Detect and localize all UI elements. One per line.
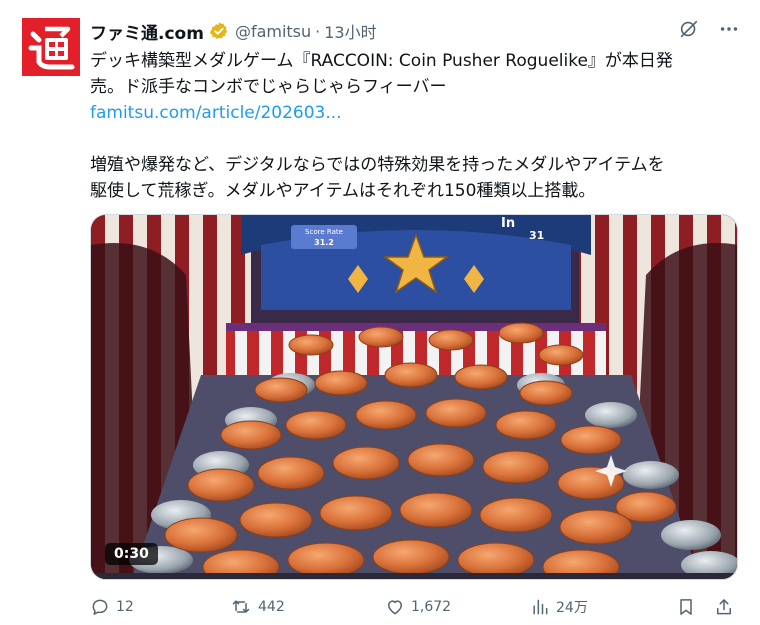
grok-icon[interactable]: [678, 18, 700, 44]
timestamp[interactable]: 13小时: [324, 19, 376, 43]
text-line: 売。ド派手なコンボでじゃらじゃらフィーバー: [90, 77, 447, 97]
tweet-text: デッキ構築型メダルゲーム『RACCOIN: Coin Pusher Roguel…: [90, 48, 740, 204]
in-value: 31: [529, 229, 544, 242]
tweet-header: ファミ通.com @famitsu · 13小时: [90, 18, 740, 44]
repost-count: 442: [258, 599, 285, 615]
video-player[interactable]: Score Rate 31.2 In 31 0:30: [90, 214, 738, 580]
text-line: 増殖や爆発など、デジタルならではの特殊効果を持ったメダルやアイテムを: [90, 155, 665, 175]
repost-icon: [230, 597, 252, 617]
action-bar: 12 442 1,672 24万: [90, 594, 740, 620]
share-button[interactable]: [714, 594, 734, 620]
score-rate-value: 31.2: [314, 238, 334, 247]
header-actions: [678, 18, 740, 44]
reply-count: 12: [116, 599, 134, 615]
handle[interactable]: @famitsu: [235, 22, 311, 41]
famitsu-logo-icon: [22, 18, 80, 76]
more-icon[interactable]: [718, 18, 740, 44]
text-line: 駆使して荒稼ぎ。メダルやアイテムはそれぞれ150種類以上搭載。: [90, 181, 596, 201]
tweet-card[interactable]: ファミ通.com @famitsu · 13小时 デッキ構築型メダルゲーム『RA…: [0, 0, 760, 625]
like-count: 1,672: [411, 599, 452, 615]
reply-button[interactable]: 12: [90, 594, 134, 620]
score-rate-label: Score Rate: [305, 228, 343, 236]
in-label: In: [501, 216, 515, 231]
bookmark-button[interactable]: [676, 594, 696, 620]
separator-dot: ·: [315, 21, 321, 41]
display-name[interactable]: ファミ通.com: [90, 19, 204, 44]
verified-badge-icon[interactable]: [209, 21, 229, 41]
article-link[interactable]: famitsu.com/article/202603...: [90, 100, 740, 126]
views-icon: [530, 597, 550, 617]
video-thumbnail: Score Rate 31.2 In 31: [91, 215, 737, 579]
like-icon: [385, 597, 405, 617]
view-count: 24万: [556, 600, 588, 616]
avatar[interactable]: [22, 18, 80, 76]
views-button[interactable]: 24万: [530, 594, 588, 620]
video-duration: 0:30: [105, 543, 158, 565]
bookmark-icon: [676, 597, 696, 617]
text-line: デッキ構築型メダルゲーム『RACCOIN: Coin Pusher Roguel…: [90, 51, 673, 71]
like-button[interactable]: 1,672: [385, 594, 451, 620]
share-icon: [714, 597, 734, 617]
reply-icon: [90, 597, 110, 617]
repost-button[interactable]: 442: [230, 594, 285, 620]
